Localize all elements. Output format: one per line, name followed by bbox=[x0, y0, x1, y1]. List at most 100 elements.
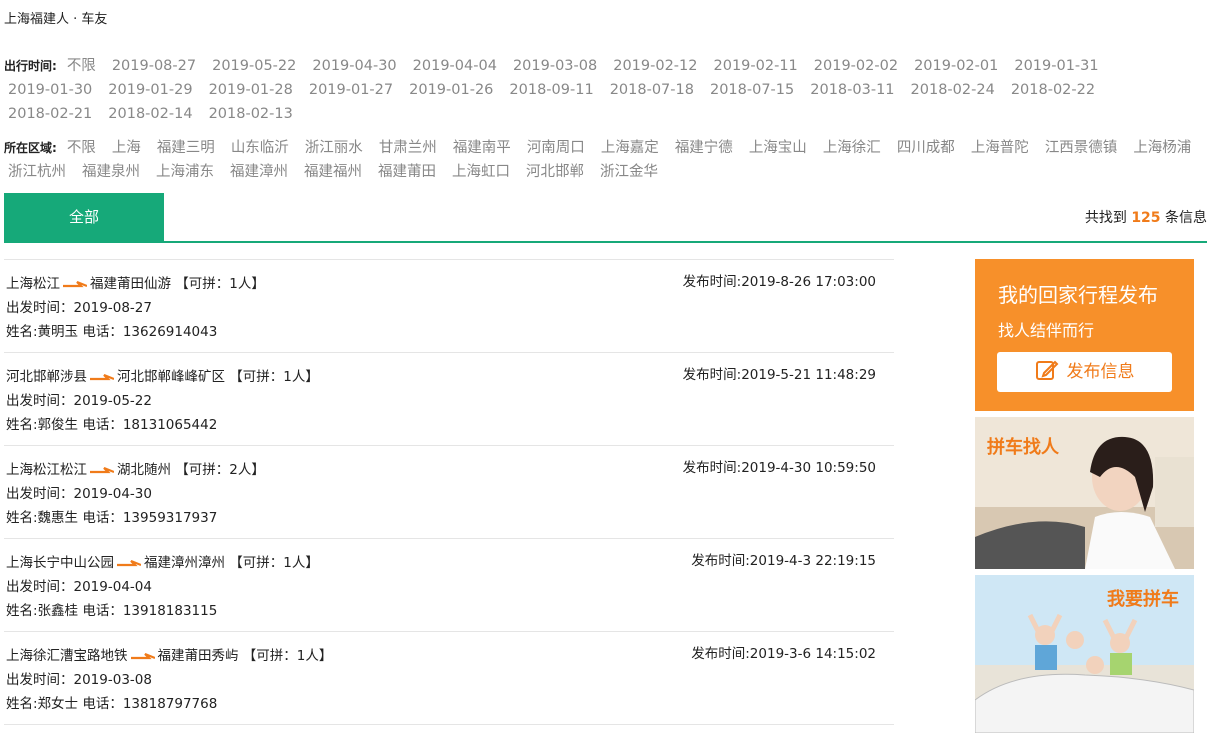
route-to: 福建莆田仙游 bbox=[90, 276, 171, 292]
area-filter-option[interactable]: 上海浦东 bbox=[152, 160, 218, 184]
listing-published: 发布时间:2019-4-3 22:19:15 bbox=[691, 553, 876, 569]
listing-item[interactable]: 上海长宁中山公园 福建漳州漳州 【可拼：1人】 出发时间：2019-04-04 姓名:… bbox=[4, 538, 894, 631]
area-filter-option[interactable]: 浙江金华 bbox=[596, 160, 662, 184]
route-to: 河北邯郸峰峰矿区 bbox=[117, 369, 225, 385]
listing-depart: 出发时间：2019-03-08 bbox=[6, 672, 152, 688]
banner2-text: 我要拼车 bbox=[1107, 589, 1179, 610]
publish-panel: 我的回家行程发布 找人结伴而行 发布信息 bbox=[975, 259, 1194, 411]
carpool-banner-driver[interactable]: 拼车找人 bbox=[975, 417, 1194, 569]
date-filter-option[interactable]: 2018-02-24 bbox=[907, 78, 999, 102]
result-count-prefix: 共找到 bbox=[1084, 210, 1132, 226]
carpool-banner-family[interactable]: 我要拼车 bbox=[975, 575, 1194, 733]
date-filter-option[interactable]: 2018-02-14 bbox=[104, 102, 196, 126]
listing-published: 发布时间:2019-3-6 14:15:02 bbox=[691, 646, 876, 662]
area-filter-option[interactable]: 上海普陀 bbox=[967, 136, 1033, 160]
route-to: 福建莆田秀屿 bbox=[157, 648, 239, 664]
date-filter-option[interactable]: 2018-07-18 bbox=[606, 78, 698, 102]
area-filter-option[interactable]: 上海嘉定 bbox=[597, 136, 663, 160]
date-filter-option[interactable]: 2018-03-11 bbox=[806, 78, 898, 102]
area-filter-option[interactable]: 不限 bbox=[63, 136, 100, 160]
listing-route[interactable]: 上海松江 福建莆田仙游 【可拼：1人】 bbox=[6, 272, 265, 292]
date-filter-option[interactable]: 2018-09-11 bbox=[505, 78, 597, 102]
area-filter-option[interactable]: 山东临沂 bbox=[227, 136, 293, 160]
area-filter-option[interactable]: 河南周口 bbox=[523, 136, 589, 160]
area-filter-option[interactable]: 上海虹口 bbox=[448, 160, 514, 184]
listing-item[interactable]: 上海松江松江 湖北随州 【可拼：2人】出发时间：2019-04-30 姓名:魏惠生 … bbox=[4, 445, 894, 538]
publish-title: 我的回家行程发布 bbox=[998, 283, 1158, 307]
area-filter-option[interactable]: 江西景德镇 bbox=[1041, 136, 1122, 160]
area-filter-option[interactable]: 上海 bbox=[108, 136, 145, 160]
date-filter: 出行时间: 不限 2019-08-27 2019-05-22 2019-04-30 201… bbox=[4, 54, 1204, 126]
listing-published: 发布时间:2019-5-21 11:48:29 bbox=[682, 367, 876, 383]
area-filter-option[interactable]: 福建泉州 bbox=[78, 160, 144, 184]
date-filter-option[interactable]: 2019-02-12 bbox=[609, 54, 701, 78]
date-filter-option[interactable]: 2019-01-28 bbox=[205, 78, 297, 102]
listing-list: 上海松江 福建莆田仙游 【可拼：1人】 出发时间：2019-08-27 姓名:黄明玉 … bbox=[4, 259, 894, 725]
area-filter-option[interactable]: 四川成都 bbox=[893, 136, 959, 160]
listing-contact: 姓名:郭俊生 电话：18131065442 bbox=[6, 417, 218, 433]
date-filter-option[interactable]: 2018-02-21 bbox=[4, 102, 96, 126]
area-filter-option[interactable]: 浙江丽水 bbox=[301, 136, 367, 160]
area-filter-option[interactable]: 河北邯郸 bbox=[522, 160, 588, 184]
area-filter-option[interactable]: 浙江杭州 bbox=[4, 160, 70, 184]
route-arrow-icon bbox=[130, 652, 155, 660]
listing-published: 发布时间:2019-4-30 10:59:50 bbox=[682, 460, 876, 476]
date-filter-option[interactable]: 2019-01-27 bbox=[305, 78, 397, 102]
result-count: 共找到 125 条信息 bbox=[1085, 207, 1207, 227]
area-filter: 所在区域: 不限 上海 福建三明 山东临沂 浙江丽水 甘肃兰州 福建南平 河南周口 上海嘉定 福建宁… bbox=[4, 136, 1204, 184]
date-filter-option[interactable]: 2018-02-13 bbox=[205, 102, 297, 126]
listing-route[interactable]: 上海长宁中山公园 福建漳州漳州 【可拼：1人】 bbox=[6, 551, 319, 571]
area-filter-option[interactable]: 上海徐汇 bbox=[819, 136, 885, 160]
listing-published: 发布时间:2019-8-26 17:03:00 bbox=[682, 274, 876, 290]
date-filter-option[interactable]: 不限 bbox=[63, 54, 100, 78]
listing-depart: 出发时间：2019-08-27 bbox=[6, 300, 152, 316]
route-seats: 【可拼：1人】 bbox=[242, 648, 333, 664]
listing-item[interactable]: 上海松江 福建莆田仙游 【可拼：1人】 出发时间：2019-08-27 姓名:黄明玉 … bbox=[4, 259, 894, 352]
date-filter-option[interactable]: 2019-08-27 bbox=[108, 54, 200, 78]
publish-button[interactable]: 发布信息 bbox=[997, 352, 1172, 392]
area-filter-option[interactable]: 福建三明 bbox=[153, 136, 219, 160]
listing-depart: 出发时间：2019-04-04 bbox=[6, 579, 152, 595]
date-filter-option[interactable]: 2019-01-30 bbox=[4, 78, 96, 102]
area-filter-option[interactable]: 甘肃兰州 bbox=[375, 136, 441, 160]
listing-route[interactable]: 上海徐汇漕宝路地铁 福建莆田秀屿 【可拼：1人】 bbox=[6, 644, 332, 664]
route-to: 福建漳州漳州 bbox=[144, 555, 225, 571]
listing-item[interactable]: 河北邯郸涉县 河北邯郸峰峰矿区 【可拼：1人】 出发时间：2019-05-22 姓名:… bbox=[4, 352, 894, 445]
area-filter-option[interactable]: 上海杨浦 bbox=[1129, 136, 1195, 160]
publish-subtitle: 找人结伴而行 bbox=[998, 321, 1095, 340]
route-seats: 【可拼：1人】 bbox=[229, 369, 319, 385]
date-filter-option[interactable]: 2019-04-04 bbox=[409, 54, 501, 78]
date-filter-option[interactable]: 2018-02-22 bbox=[1007, 78, 1099, 102]
date-filter-option[interactable]: 2019-03-08 bbox=[509, 54, 601, 78]
tab-all[interactable]: 全部 bbox=[4, 193, 164, 241]
listing-contact: 姓名:魏惠生 电话：13959317937 bbox=[6, 510, 218, 526]
area-filter-option[interactable]: 福建宁德 bbox=[671, 136, 737, 160]
date-filter-option[interactable]: 2019-01-26 bbox=[405, 78, 497, 102]
date-filter-option[interactable]: 2019-01-29 bbox=[104, 78, 196, 102]
date-filter-option[interactable]: 2019-05-22 bbox=[208, 54, 300, 78]
area-filter-option[interactable]: 福建福州 bbox=[300, 160, 366, 184]
route-seats: 【可拼：1人】 bbox=[175, 276, 265, 292]
date-filter-option[interactable]: 2019-02-01 bbox=[910, 54, 1002, 78]
tab-bar: 全部 共找到 125 条信息 bbox=[4, 193, 1207, 243]
route-from: 上海松江 bbox=[6, 276, 60, 292]
listing-route[interactable]: 河北邯郸涉县 河北邯郸峰峰矿区 【可拼：1人】 bbox=[6, 365, 319, 385]
route-arrow-icon bbox=[63, 280, 87, 288]
date-filter-option[interactable]: 2019-04-30 bbox=[308, 54, 400, 78]
date-filter-option[interactable]: 2018-07-15 bbox=[706, 78, 798, 102]
date-filter-option[interactable]: 2019-02-11 bbox=[710, 54, 802, 78]
listing-item[interactable]: 上海徐汇漕宝路地铁 福建莆田秀屿 【可拼：1人】 出发时间：2019-03-08 姓名… bbox=[4, 631, 894, 724]
route-arrow-icon bbox=[117, 559, 141, 567]
route-to: 湖北随州 bbox=[117, 462, 171, 478]
area-filter-option[interactable]: 福建莆田 bbox=[374, 160, 440, 184]
date-filter-option[interactable]: 2019-02-02 bbox=[810, 54, 902, 78]
date-filter-option[interactable]: 2019-01-31 bbox=[1010, 54, 1102, 78]
listing-route[interactable]: 上海松江松江 湖北随州 【可拼：2人】 bbox=[6, 458, 265, 478]
area-filter-option[interactable]: 福建南平 bbox=[449, 136, 515, 160]
route-seats: 【可拼：2人】 bbox=[175, 462, 265, 478]
area-filter-label: 所在区域: bbox=[4, 141, 57, 155]
listing-depart: 出发时间：2019-04-30 bbox=[6, 486, 152, 502]
area-filter-option[interactable]: 福建漳州 bbox=[226, 160, 292, 184]
area-filter-option[interactable]: 上海宝山 bbox=[745, 136, 811, 160]
publish-button-label: 发布信息 bbox=[1066, 362, 1135, 382]
